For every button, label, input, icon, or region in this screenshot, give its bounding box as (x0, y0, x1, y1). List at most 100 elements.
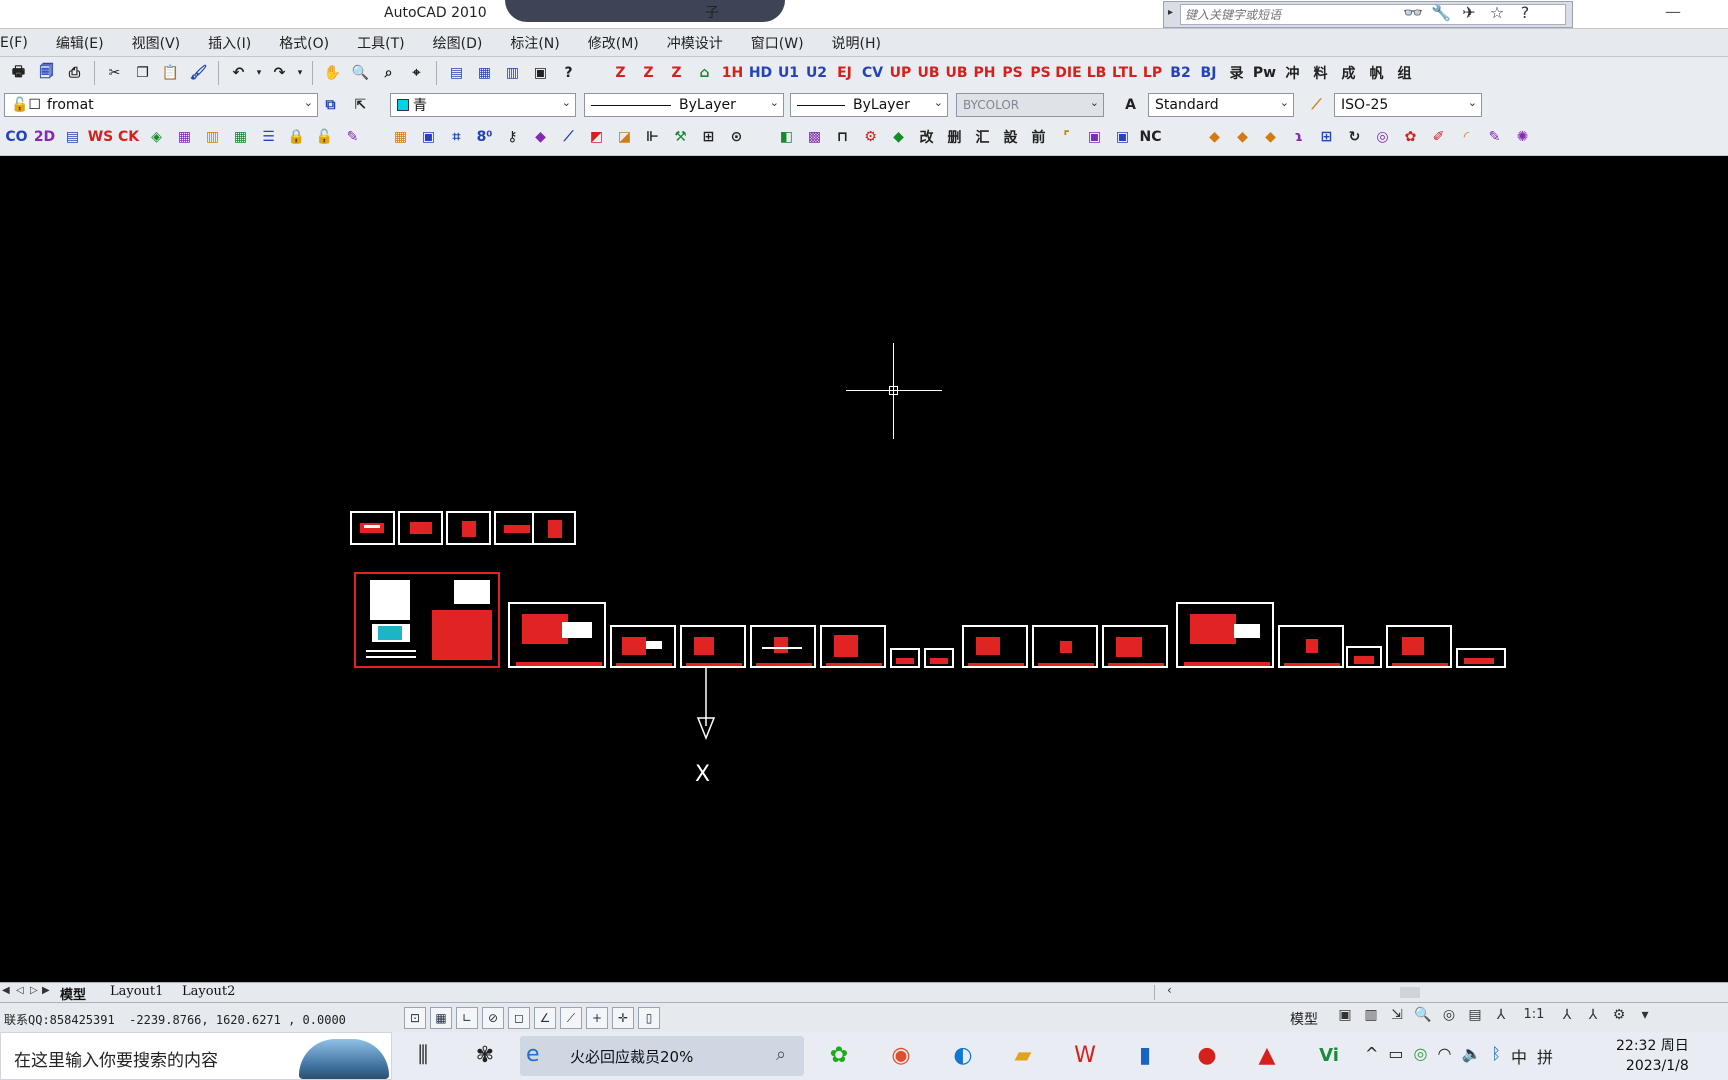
workspace-gear-icon[interactable]: ⚙ (1609, 1007, 1629, 1027)
flower-icon[interactable]: ✿ (1398, 125, 1423, 149)
cut-icon[interactable]: ✂ (102, 61, 127, 85)
drawing-sheet[interactable] (1456, 648, 1506, 668)
custom-2d-icon[interactable]: 2D (32, 125, 57, 149)
custom-up-icon[interactable]: UP (888, 61, 913, 85)
custom-hd-icon[interactable]: HD (748, 61, 773, 85)
solid3-icon[interactable]: ◆ (1258, 125, 1283, 149)
copy-icon[interactable]: ❐ (130, 61, 155, 85)
lineweight-dropdown[interactable]: ByLayer ⌄ (790, 93, 948, 117)
custom-zu-icon[interactable]: 组 (1392, 61, 1417, 85)
grid-icon[interactable]: ▦ (388, 125, 413, 149)
custom-z2-icon[interactable]: Z (636, 61, 661, 85)
menu-view[interactable]: 视图(V) (132, 33, 181, 53)
layer-stack-icon[interactable]: ◧ (774, 125, 799, 149)
drawing-sheet[interactable] (508, 602, 606, 668)
pinwheel-app-icon[interactable]: ✾ (470, 1041, 500, 1071)
spreadsheet-icon[interactable]: ▦ (228, 125, 253, 149)
custom-house-icon[interactable]: ⌂ (692, 61, 717, 85)
drawing-sheet[interactable] (820, 625, 886, 668)
square-icon[interactable]: ▣ (1082, 125, 1107, 149)
tab-layout1[interactable]: Layout1 (110, 984, 163, 999)
rotate-icon[interactable]: ↻ (1342, 125, 1367, 149)
solid2-icon[interactable]: ◆ (1230, 125, 1255, 149)
snap-icon[interactable]: ⊡ (404, 1007, 426, 1029)
gear-red-icon[interactable]: ⚙ (858, 125, 883, 149)
chrome-icon[interactable]: ◉ (886, 1041, 916, 1071)
draw-icon[interactable]: ✎ (1482, 125, 1507, 149)
custom-hui-icon[interactable]: 汇 (970, 125, 995, 149)
dim-style-icon[interactable]: ⟋ (1304, 93, 1329, 117)
solid1-icon[interactable]: ◆ (1202, 125, 1227, 149)
help-icon[interactable]: ? (1514, 3, 1536, 25)
drawing-sheet[interactable] (890, 648, 920, 668)
custom-ws-icon[interactable]: WS (88, 125, 114, 149)
redo-dropdown-icon[interactable]: ▾ (295, 61, 305, 85)
layout-view-icon[interactable]: ▣ (1335, 1007, 1355, 1027)
ime-mode[interactable]: 拼 (1537, 1044, 1553, 1068)
wechat-icon[interactable]: ✿ (824, 1041, 854, 1071)
annotation-visibility-icon[interactable]: ⅄ (1557, 1007, 1577, 1027)
autoscale-icon[interactable]: ⅄ (1583, 1007, 1603, 1027)
text-style-icon[interactable]: A (1118, 93, 1143, 117)
layer-dropdown[interactable]: 🔓☐ fromat ⌄ (4, 93, 318, 117)
drawing-canvas[interactable]: X (0, 156, 1728, 982)
otrack-icon[interactable]: ∠ (534, 1007, 556, 1029)
drawing-sheet-main[interactable] (354, 572, 500, 668)
annotation-scale-icon[interactable]: ⅄ (1491, 1007, 1511, 1027)
drawing-sheet[interactable] (532, 511, 576, 545)
plot-preview-icon[interactable]: 🗐 (34, 61, 59, 85)
taskbar-clock[interactable]: 22:32 周日 2023/1/8 (1616, 1036, 1689, 1076)
menu-die-design[interactable]: 冲模设计 (667, 33, 723, 53)
taskbar-search[interactable]: 在这里输入你要搜索的内容 (0, 1032, 392, 1080)
lwt-icon[interactable]: ✛ (612, 1007, 634, 1029)
custom-co-icon[interactable]: CO (4, 125, 29, 149)
custom-ub2-icon[interactable]: UB (944, 61, 969, 85)
tab-layout2[interactable]: Layout2 (182, 984, 235, 999)
ducs-icon[interactable]: ⟋ (560, 1007, 582, 1029)
file-explorer-icon[interactable]: ▰ (1008, 1041, 1038, 1071)
new-icon[interactable]: 🖶 (6, 61, 31, 85)
horizontal-scrollbar[interactable]: ‹ (1154, 983, 1724, 1000)
custom-lp-icon[interactable]: LP (1140, 61, 1165, 85)
custom-u2-icon[interactable]: U2 (804, 61, 829, 85)
color-grid-icon[interactable]: ▦ (172, 125, 197, 149)
next-tab-icon[interactable]: ▷ (30, 985, 38, 996)
custom-b2-icon[interactable]: B2 (1168, 61, 1193, 85)
zoom-realtime-icon[interactable]: 🔍 (348, 61, 373, 85)
custom-z3-icon[interactable]: Z (664, 61, 689, 85)
zoom-window-icon[interactable]: ⌕ (376, 61, 401, 85)
menu-dimension[interactable]: 标注(N) (510, 33, 559, 53)
dimension-icon[interactable]: ⊞ (696, 125, 721, 149)
ime-language[interactable]: 中 (1511, 1044, 1527, 1068)
custom-qian-icon[interactable]: 前 (1026, 125, 1051, 149)
frame3-icon[interactable]: ⊞ (1314, 125, 1339, 149)
lock-icon[interactable]: 🔒 (284, 125, 309, 149)
ortho-icon[interactable]: ∟ (456, 1007, 478, 1029)
drawing-sheet[interactable] (680, 625, 746, 668)
custom-pw-icon[interactable]: Pw (1252, 61, 1277, 85)
menu-modify[interactable]: 修改(M) (588, 33, 639, 53)
custom-ltl-icon[interactable]: LTL (1112, 61, 1137, 85)
frame-icon[interactable]: ▣ (416, 125, 441, 149)
settings-icon[interactable]: ✺ (1510, 125, 1535, 149)
edge-icon[interactable]: ◐ (948, 1041, 978, 1071)
satellite-icon[interactable]: ✈ (1458, 3, 1480, 25)
custom-stamp-icon[interactable]: 录 (1224, 61, 1249, 85)
target-icon[interactable]: ⊙ (724, 125, 749, 149)
textstyle-dropdown[interactable]: Standard ⌄ (1148, 93, 1294, 117)
corner-icon[interactable]: ⌜ (1054, 125, 1079, 149)
number-icon[interactable]: 8⁰ (472, 125, 497, 149)
drawing-sheet[interactable] (962, 625, 1028, 668)
menu-file[interactable]: E(F) (0, 35, 28, 51)
last-tab-icon[interactable]: ▶ (42, 985, 50, 996)
design-center-icon[interactable]: ▦ (472, 61, 497, 85)
osnap-icon[interactable]: ◻ (508, 1007, 530, 1029)
custom-die-icon[interactable]: DIE (1055, 61, 1081, 85)
chevron-up-icon[interactable]: ^ (1365, 1044, 1378, 1068)
prev-tab-icon[interactable]: ◁ (16, 985, 24, 996)
tool-palettes-icon[interactable]: ▥ (500, 61, 525, 85)
drawing-sheet[interactable] (1278, 625, 1344, 668)
calculator-icon[interactable]: ▣ (528, 61, 553, 85)
line-icon[interactable]: ⟋ (556, 125, 581, 149)
menu-format[interactable]: 格式(O) (279, 33, 329, 53)
